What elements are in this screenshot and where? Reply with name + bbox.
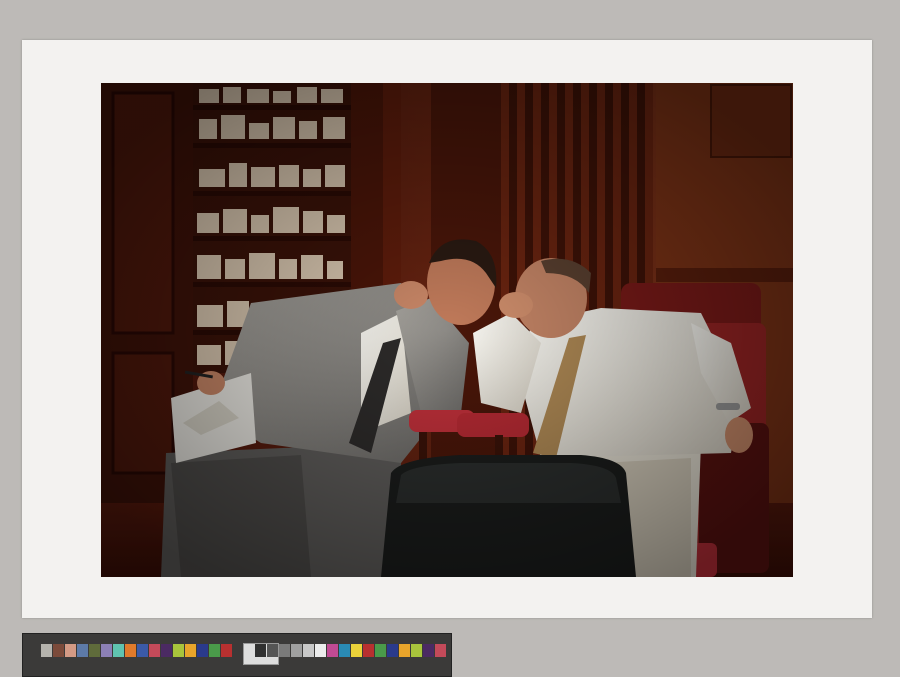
- color-swatch: [267, 644, 278, 657]
- color-swatch: [351, 644, 362, 657]
- color-swatch: [161, 644, 172, 657]
- color-swatch: [423, 644, 434, 657]
- color-swatch: [173, 644, 184, 657]
- color-swatch: [185, 644, 196, 657]
- color-swatch: [101, 644, 112, 657]
- color-swatch: [77, 644, 88, 657]
- photograph: [101, 83, 793, 577]
- color-swatches-right: [255, 644, 447, 657]
- color-swatches-left: [41, 644, 233, 657]
- color-swatch: [53, 644, 64, 657]
- color-swatch: [149, 644, 160, 657]
- color-swatch: [411, 644, 422, 657]
- color-swatch: [375, 644, 386, 657]
- color-swatch: [399, 644, 410, 657]
- color-swatch: [137, 644, 148, 657]
- color-swatch: [363, 644, 374, 657]
- color-swatch: [113, 644, 124, 657]
- color-swatch: [387, 644, 398, 657]
- color-swatch: [221, 644, 232, 657]
- color-swatch: [339, 644, 350, 657]
- color-swatch: [65, 644, 76, 657]
- vignette: [101, 83, 793, 577]
- color-swatch: [197, 644, 208, 657]
- color-swatch: [327, 644, 338, 657]
- color-swatch: [279, 644, 290, 657]
- color-swatch: [41, 644, 52, 657]
- color-swatch: [255, 644, 266, 657]
- color-swatch: [209, 644, 220, 657]
- color-calibration-target: [22, 633, 452, 677]
- color-swatch: [315, 644, 326, 657]
- color-swatch: [89, 644, 100, 657]
- photo-scene: [101, 83, 793, 577]
- color-swatch: [291, 644, 302, 657]
- color-swatch: [125, 644, 136, 657]
- color-swatch: [303, 644, 314, 657]
- color-swatch: [435, 644, 446, 657]
